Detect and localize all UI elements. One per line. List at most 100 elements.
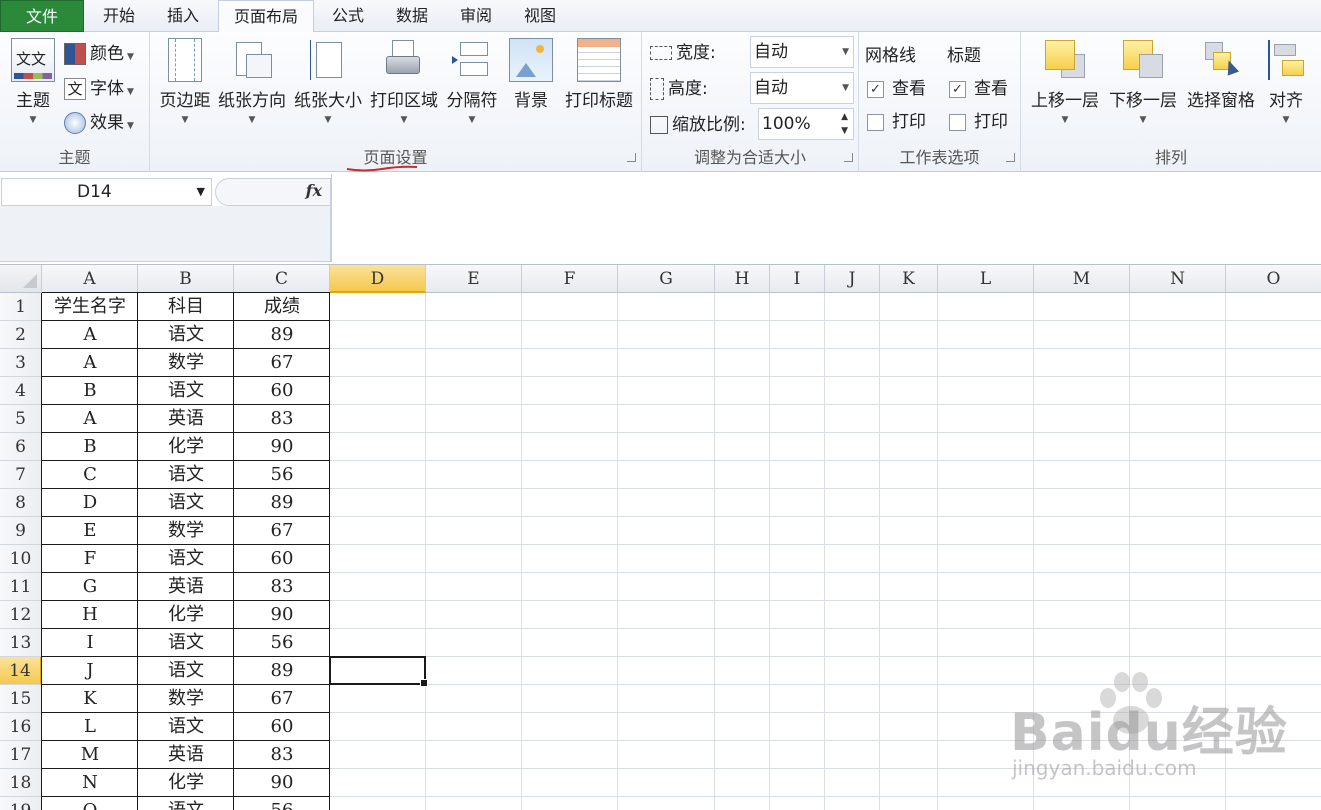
- table-cell[interactable]: 语文: [138, 713, 234, 741]
- tab-data[interactable]: 数据: [382, 0, 442, 32]
- table-cell[interactable]: 56: [234, 629, 330, 657]
- row-header-7[interactable]: 7: [0, 461, 42, 489]
- column-header-f[interactable]: F: [522, 265, 618, 293]
- table-cell[interactable]: 90: [234, 433, 330, 461]
- row-header-13[interactable]: 13: [0, 629, 42, 657]
- row-header-16[interactable]: 16: [0, 713, 42, 741]
- colors-button[interactable]: 颜色 ▼: [64, 39, 134, 69]
- table-cell[interactable]: 语文: [138, 377, 234, 405]
- background-button[interactable]: 背景: [504, 36, 558, 136]
- column-header-b[interactable]: B: [138, 265, 234, 293]
- row-header-14[interactable]: 14: [0, 657, 42, 685]
- row-header-1[interactable]: 1: [0, 293, 42, 321]
- table-cell[interactable]: F: [42, 545, 138, 573]
- themes-button[interactable]: 文文 主题 ▼: [6, 36, 60, 136]
- row-header-6[interactable]: 6: [0, 433, 42, 461]
- table-cell[interactable]: A: [42, 321, 138, 349]
- table-header-cell[interactable]: 成绩: [234, 293, 330, 321]
- insert-function-icon[interactable]: fx: [306, 181, 322, 200]
- width-select[interactable]: 自动 ▼: [750, 36, 854, 68]
- selection-pane-button[interactable]: 选择窗格: [1183, 36, 1259, 136]
- table-cell[interactable]: 60: [234, 377, 330, 405]
- send-backward-button[interactable]: 下移一层 ▼: [1105, 36, 1181, 136]
- table-cell[interactable]: A: [42, 349, 138, 377]
- table-cell[interactable]: 化学: [138, 433, 234, 461]
- column-header-g[interactable]: G: [618, 265, 715, 293]
- column-header-m[interactable]: M: [1034, 265, 1130, 293]
- table-cell[interactable]: 语文: [138, 629, 234, 657]
- row-header-10[interactable]: 10: [0, 545, 42, 573]
- tab-review[interactable]: 审阅: [446, 0, 506, 32]
- headings-print-checkbox[interactable]: 打印: [949, 108, 1008, 136]
- table-cell[interactable]: A: [42, 405, 138, 433]
- table-cell[interactable]: 90: [234, 601, 330, 629]
- table-cell[interactable]: B: [42, 377, 138, 405]
- table-cell[interactable]: 英语: [138, 405, 234, 433]
- gridlines-view-checkbox[interactable]: ✓ 查看: [867, 75, 926, 103]
- tab-file[interactable]: 文件: [0, 0, 84, 32]
- row-header-18[interactable]: 18: [0, 769, 42, 797]
- table-cell[interactable]: 89: [234, 657, 330, 685]
- tab-home[interactable]: 开始: [90, 0, 148, 32]
- table-cell[interactable]: 83: [234, 741, 330, 769]
- column-header-j[interactable]: J: [825, 265, 880, 293]
- column-header-a[interactable]: A: [42, 265, 138, 293]
- table-cell[interactable]: 67: [234, 685, 330, 713]
- table-cell[interactable]: 数学: [138, 517, 234, 545]
- gridlines-print-checkbox[interactable]: 打印: [867, 108, 926, 136]
- select-all-corner[interactable]: [0, 265, 42, 293]
- page-setup-dialog-launcher[interactable]: [627, 153, 636, 162]
- table-cell[interactable]: 90: [234, 769, 330, 797]
- column-header-d[interactable]: D: [330, 265, 426, 293]
- column-header-n[interactable]: N: [1130, 265, 1226, 293]
- row-header-5[interactable]: 5: [0, 405, 42, 433]
- table-cell[interactable]: B: [42, 433, 138, 461]
- column-header-l[interactable]: L: [938, 265, 1034, 293]
- table-cell[interactable]: N: [42, 769, 138, 797]
- table-cell[interactable]: 英语: [138, 573, 234, 601]
- table-cell[interactable]: 语文: [138, 657, 234, 685]
- breaks-button[interactable]: 分隔符 ▼: [444, 36, 500, 136]
- table-cell[interactable]: 数学: [138, 349, 234, 377]
- row-header-11[interactable]: 11: [0, 573, 42, 601]
- scale-spinner[interactable]: 100% ▲ ▼: [758, 108, 854, 140]
- table-cell[interactable]: L: [42, 713, 138, 741]
- table-cell[interactable]: 89: [234, 489, 330, 517]
- column-header-c[interactable]: C: [234, 265, 330, 293]
- table-cell[interactable]: 化学: [138, 601, 234, 629]
- sheet-options-dialog-launcher[interactable]: [1006, 153, 1015, 162]
- table-cell[interactable]: 83: [234, 405, 330, 433]
- tab-formulas[interactable]: 公式: [318, 0, 378, 32]
- headings-view-checkbox[interactable]: ✓ 查看: [949, 75, 1008, 103]
- scale-dialog-launcher[interactable]: [844, 153, 853, 162]
- table-cell[interactable]: 语文: [138, 461, 234, 489]
- formula-input[interactable]: [336, 178, 1316, 258]
- column-header-i[interactable]: I: [770, 265, 825, 293]
- table-cell[interactable]: 67: [234, 349, 330, 377]
- table-cell[interactable]: 89: [234, 321, 330, 349]
- table-cell[interactable]: 语文: [138, 489, 234, 517]
- table-cell[interactable]: 数学: [138, 685, 234, 713]
- tab-view[interactable]: 视图: [510, 0, 570, 32]
- table-cell[interactable]: D: [42, 489, 138, 517]
- column-header-h[interactable]: H: [715, 265, 770, 293]
- table-cell[interactable]: 67: [234, 517, 330, 545]
- column-header-e[interactable]: E: [426, 265, 522, 293]
- orientation-button[interactable]: 纸张方向 ▼: [216, 36, 288, 136]
- table-cell[interactable]: C: [42, 461, 138, 489]
- print-titles-button[interactable]: 打印标题: [560, 36, 638, 136]
- spin-up-icon[interactable]: ▲: [841, 111, 848, 123]
- chevron-down-icon[interactable]: ▼: [197, 179, 205, 205]
- table-cell[interactable]: 56: [234, 461, 330, 489]
- table-cell[interactable]: 英语: [138, 741, 234, 769]
- table-cell[interactable]: I: [42, 629, 138, 657]
- table-header-cell[interactable]: 科目: [138, 293, 234, 321]
- effects-button[interactable]: 效果 ▼: [64, 108, 134, 138]
- row-header-3[interactable]: 3: [0, 349, 42, 377]
- table-cell[interactable]: 60: [234, 545, 330, 573]
- table-cell[interactable]: G: [42, 573, 138, 601]
- table-cell[interactable]: 化学: [138, 769, 234, 797]
- margins-button[interactable]: 页边距 ▼: [154, 36, 216, 136]
- column-header-o[interactable]: O: [1226, 265, 1321, 293]
- table-cell[interactable]: O: [42, 797, 138, 810]
